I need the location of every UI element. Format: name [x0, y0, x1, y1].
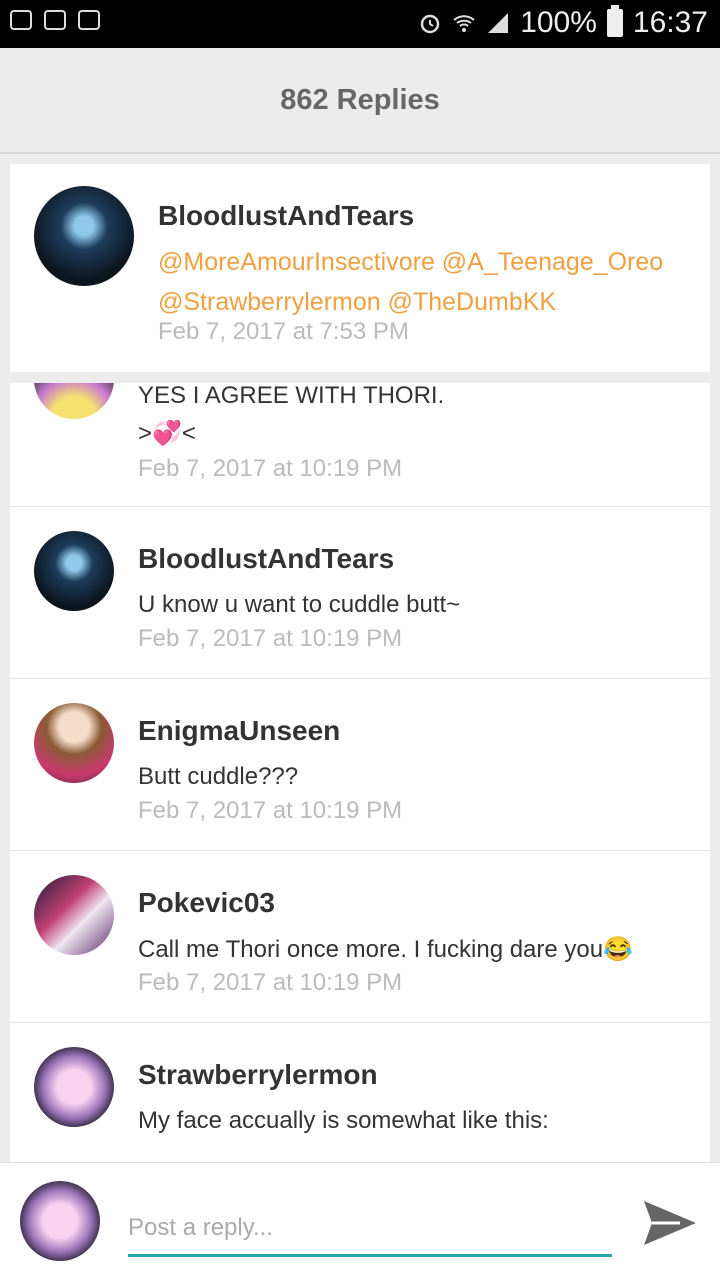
avatar[interactable]: [20, 1181, 100, 1261]
header: 862 Replies: [0, 48, 720, 154]
avatar[interactable]: [34, 186, 134, 286]
author-name[interactable]: EnigmaUnseen: [138, 715, 340, 747]
avatar[interactable]: [34, 531, 114, 611]
battery-percent: 100%: [520, 6, 597, 39]
w-app-icon: [44, 10, 66, 30]
send-icon[interactable]: [640, 1193, 700, 1253]
alarm-icon: [420, 14, 440, 34]
reply-composer: [0, 1162, 720, 1281]
author-name[interactable]: Pokevic03: [138, 887, 275, 919]
reply-list[interactable]: YES I AGREE WITH THORI. >💞< Feb 7, 2017 …: [10, 383, 710, 1163]
list-item[interactable]: Strawberrylermon My face accually is som…: [10, 1022, 710, 1163]
page-title: 862 Replies: [280, 83, 440, 116]
author-name[interactable]: BloodlustAndTears: [138, 543, 394, 575]
avatar[interactable]: [34, 703, 114, 783]
timestamp: Feb 7, 2017 at 10:19 PM: [138, 797, 403, 824]
reply-message: Butt cuddle???: [138, 763, 299, 790]
list-item[interactable]: EnigmaUnseen Butt cuddle??? Feb 7, 2017 …: [10, 678, 710, 850]
clock: 16:37: [632, 6, 708, 39]
reply-message: YES I AGREE WITH THORI.: [138, 383, 445, 409]
timestamp: Feb 7, 2017 at 10:19 PM: [138, 625, 403, 652]
list-item[interactable]: BloodlustAndTears U know u want to cuddl…: [10, 506, 710, 678]
timestamp: Feb 7, 2017 at 10:19 PM: [138, 969, 403, 996]
status-bar: 100% 16:37: [0, 0, 720, 48]
reply-message: My face accually is somewhat like this:: [138, 1107, 549, 1134]
timestamp: Feb 7, 2017 at 7:53 PM: [158, 318, 409, 345]
list-item[interactable]: Pokevic03 Call me Thori once more. I fuc…: [10, 850, 710, 1022]
reply-message: Call me Thori once more. I fucking dare …: [138, 936, 633, 963]
author-name[interactable]: BloodlustAndTears: [158, 200, 414, 232]
timestamp: Feb 7, 2017 at 10:19 PM: [138, 455, 403, 482]
mention-link[interactable]: @MoreAmourInsectivore @A_Teenage_Oreo: [158, 242, 698, 282]
battery-icon: [606, 5, 623, 37]
signal-icon: [488, 13, 509, 33]
voicemail-icon: [78, 10, 100, 30]
reply-input[interactable]: [128, 1201, 612, 1257]
list-item[interactable]: YES I AGREE WITH THORI. >💞< Feb 7, 2017 …: [10, 383, 710, 506]
avatar[interactable]: [34, 383, 114, 419]
avatar[interactable]: [34, 1047, 114, 1127]
original-post[interactable]: BloodlustAndTears @MoreAmourInsectivore …: [10, 164, 710, 372]
reply-message: U know u want to cuddle butt~: [138, 591, 461, 618]
gallery-icon: [10, 10, 32, 30]
mentions: @MoreAmourInsectivore @A_Teenage_Oreo @S…: [158, 242, 698, 322]
avatar[interactable]: [34, 875, 114, 955]
author-name[interactable]: Strawberrylermon: [138, 1059, 378, 1091]
mention-link[interactable]: @Strawberrylermon @TheDumbKK: [158, 282, 698, 322]
wifi-icon: [453, 15, 475, 32]
reply-message: >💞<: [138, 420, 196, 447]
